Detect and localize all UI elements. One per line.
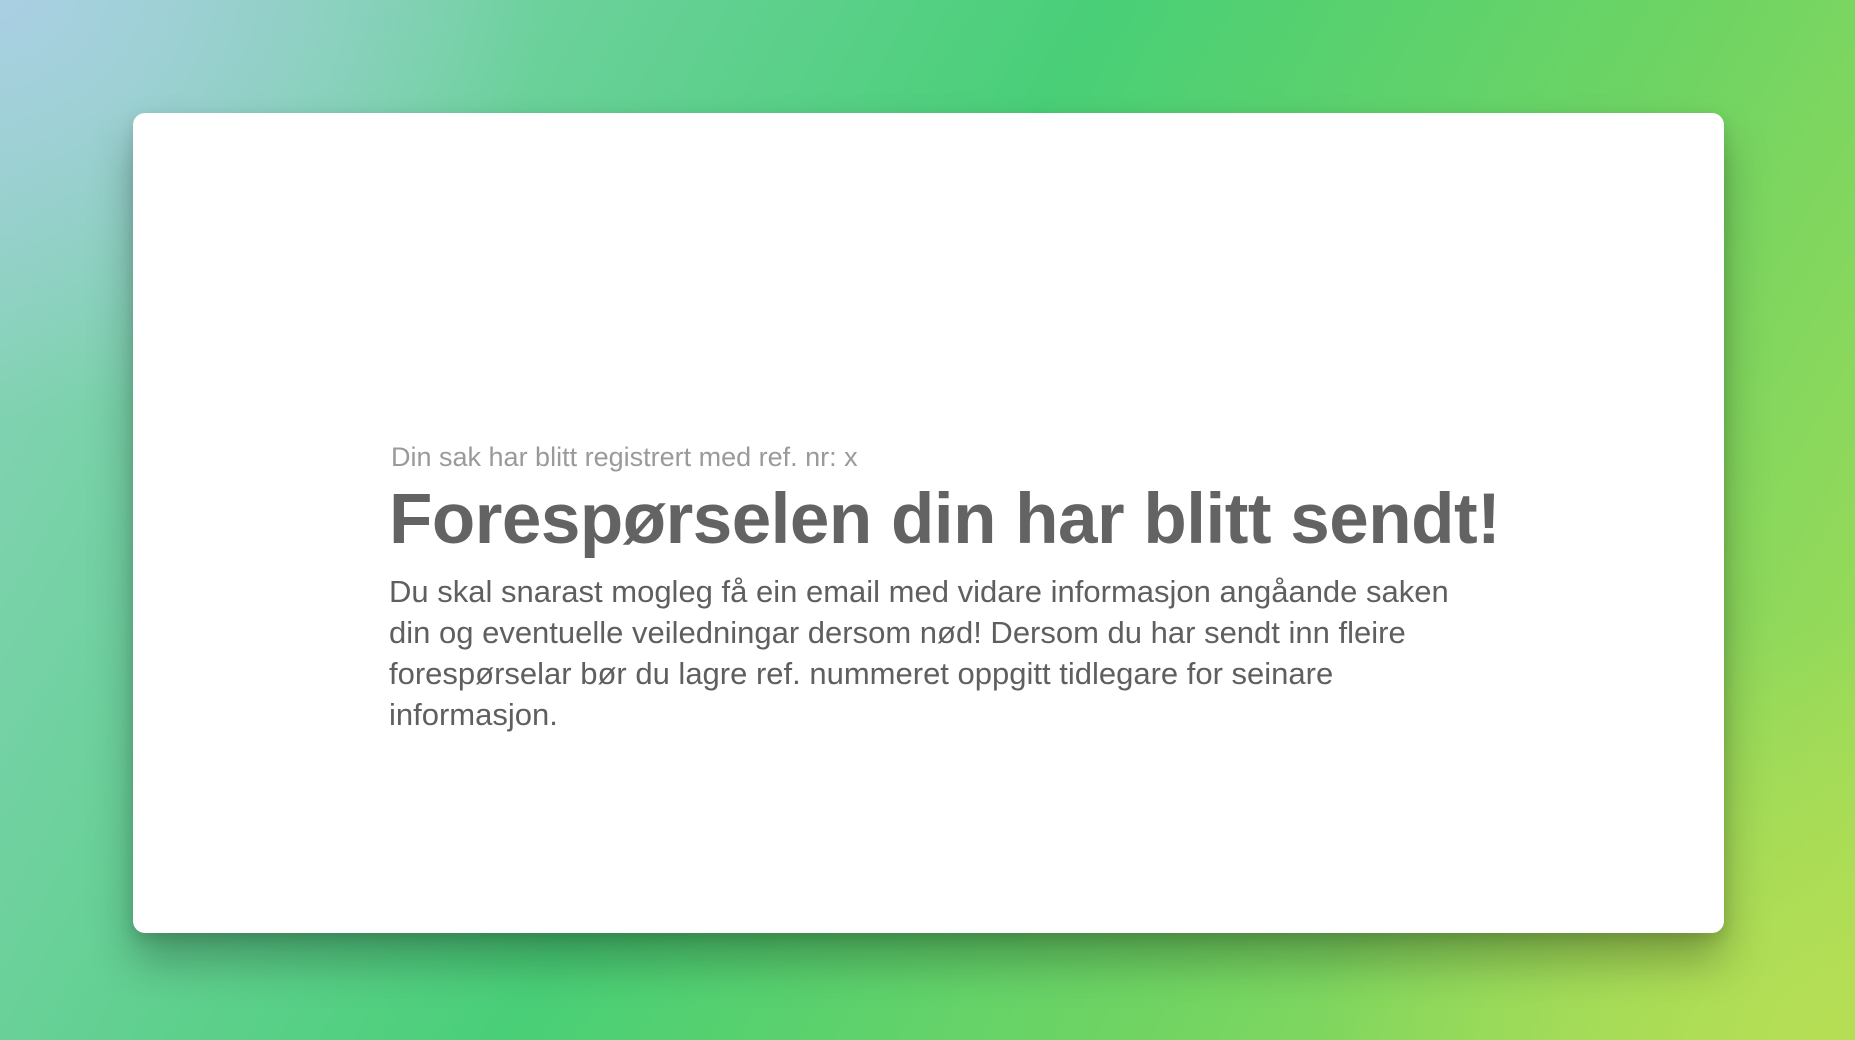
reference-number-text: Din sak har blitt registrert med ref. nr… [391,442,858,472]
confirmation-card: Din sak har blitt registrert med ref. nr… [133,113,1724,933]
page-title: Forespørselen din har blitt sendt! [389,480,1501,559]
confirmation-message: Du skal snarast mogleg få ein email med … [389,574,1449,732]
confirmation-content: Din sak har blitt registrert med ref. nr… [389,441,1501,735]
